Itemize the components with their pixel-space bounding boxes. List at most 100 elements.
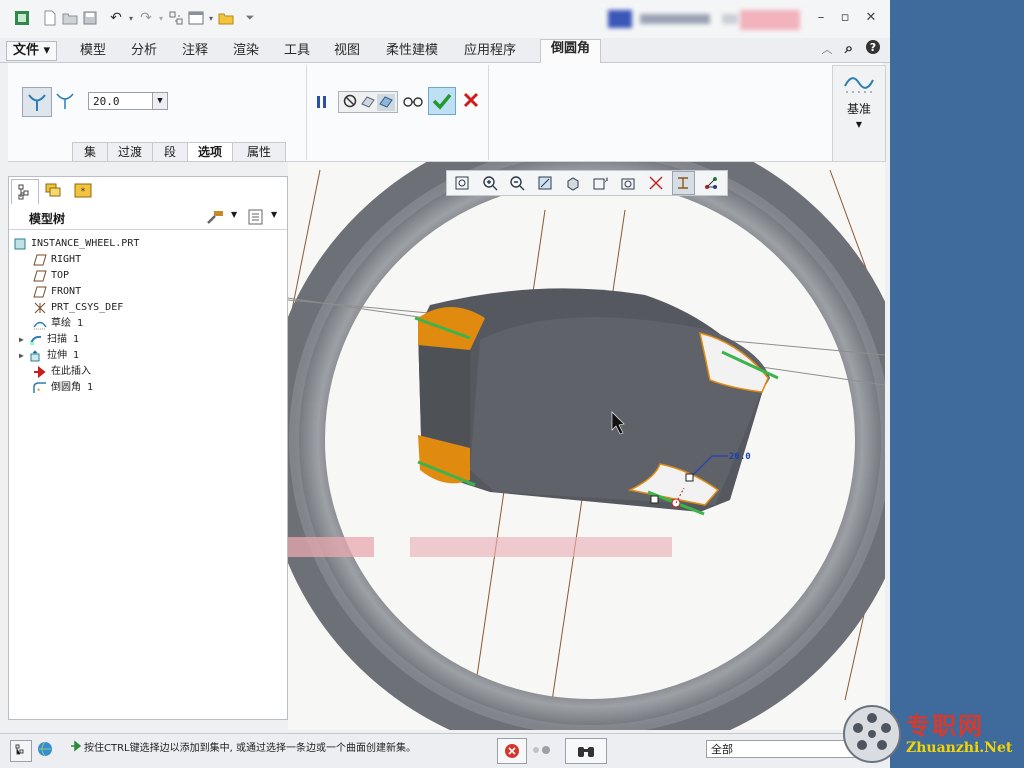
zoom-out-icon[interactable] [505,171,529,195]
subtab-sets[interactable]: 集 [72,142,108,162]
chevron-down-icon[interactable]: ▼ [271,210,277,219]
tree-item-part[interactable]: INSTANCE_WHEEL.PRT [13,237,139,251]
selection-filter-value: 全部 [711,743,733,756]
graphics-window[interactable]: 20.0 [288,162,885,730]
regenerate-icon[interactable] [166,8,186,28]
customize-icon[interactable]: ⏷ [244,8,256,28]
stop-regeneration-button[interactable] [497,738,527,764]
subtab-pieces[interactable]: 段 [152,142,188,162]
layers-tab-icon[interactable] [41,179,67,203]
subtab-options[interactable]: 选项 [187,142,233,162]
tree-item-label: 拉伸 1 [47,350,80,361]
watermark-en: Zhuanzhi.Net [906,740,1013,756]
model-canvas[interactable] [288,162,885,730]
title-bar: ↶ ▾ ↷ ▾ ▾ ⏷ – ▫ ✕ [0,0,890,39]
title-blur-pink [740,10,800,30]
toggle-navigator-icon[interactable] [10,740,32,762]
feature-preview-icon[interactable] [377,93,395,111]
ok-button[interactable] [428,87,456,115]
no-preview-icon[interactable] [341,94,359,111]
geometry-preview-icon[interactable] [359,94,377,111]
undo-dropdown-icon[interactable]: ▾ [126,8,136,28]
zoom-in-icon[interactable] [478,171,502,195]
minimize-icon[interactable]: – [812,10,830,25]
tab-render[interactable]: 渲染 [233,42,259,60]
tree-item-round[interactable]: * 倒圆角 1 [33,381,93,395]
selection-filter-dropdown[interactable]: 全部 [706,740,856,758]
undo-icon[interactable]: ↶ [106,8,126,28]
cancel-button[interactable] [460,89,482,111]
svg-text:*: * [37,387,41,394]
redo-icon[interactable]: ↷ [136,8,156,28]
subtab-transitions[interactable]: 过渡 [107,142,153,162]
windows-dropdown-icon[interactable]: ▾ [206,8,216,28]
saved-orientations-icon[interactable]: AB [589,171,613,195]
datum-label: 基准 [846,102,871,116]
toggle-browser-icon[interactable] [36,740,56,760]
pause-icon[interactable] [314,91,330,113]
tree-settings-icon[interactable] [205,208,225,229]
status-message: 按住CTRL键选择边以添加到集中, 或通过选择一条边或一个曲面创建新集。 [84,743,416,754]
show-menu-icon[interactable] [247,208,265,229]
extrude-icon [29,350,43,362]
variable-round-icon[interactable] [53,87,77,115]
tab-analysis[interactable]: 分析 [131,42,157,60]
model-tree-tab-icon[interactable] [11,179,39,204]
perspective-icon[interactable] [644,171,668,195]
tree-item-sketch[interactable]: 草绘 1 [33,317,83,331]
tree-item-label: FRONT [51,286,82,297]
tree-item-right[interactable]: RIGHT [33,253,81,267]
collapse-ribbon-icon[interactable]: ︿ [818,41,836,57]
favorites-tab-icon[interactable]: * [71,179,97,203]
tab-flexible-modeling[interactable]: 柔性建模 [386,42,438,60]
datum-group[interactable]: 基准 ▼ [832,65,886,162]
tree-item-csys[interactable]: PRT_CSYS_DEF [33,301,123,315]
close-icon[interactable]: ✕ [862,10,880,25]
chevron-down-icon[interactable]: ▼ [833,120,885,129]
tab-applications[interactable]: 应用程序 [464,42,516,60]
expand-arrow-icon[interactable]: ▶ [19,333,29,347]
new-icon[interactable] [40,8,60,28]
refit-icon[interactable] [450,171,474,195]
view-manager-icon[interactable] [616,171,640,195]
svg-text:*: * [81,187,86,197]
expand-arrow-icon[interactable]: ▶ [19,349,29,363]
display-style-icon[interactable] [561,171,585,195]
constant-round-icon[interactable] [22,87,52,117]
tab-annotate[interactable]: 注释 [182,42,208,60]
chevron-down-icon[interactable]: ▼ [152,93,167,109]
tab-round[interactable]: 倒圆角 [540,39,602,63]
regen-progress-icon [532,744,556,758]
redo-dropdown-icon[interactable]: ▾ [156,8,166,28]
tab-model[interactable]: 模型 [80,42,106,60]
datum-display-filter-icon[interactable] [671,171,696,195]
repaint-icon[interactable] [533,171,557,195]
verify-glasses-icon[interactable] [402,91,424,111]
radius-input[interactable]: 20.0 ▼ [88,92,168,110]
app-icon[interactable] [12,8,32,28]
chevron-down-icon[interactable]: ▼ [231,210,237,219]
find-binoculars-button[interactable] [565,738,607,764]
folder-icon[interactable] [216,8,236,28]
help-icon[interactable]: ? [864,39,882,59]
maximize-icon[interactable]: ▫ [836,10,854,25]
ribbon-separator [306,65,307,160]
tab-view[interactable]: 视图 [334,42,360,60]
windows-icon[interactable] [186,8,206,28]
tree-item-sweep[interactable]: ▶ 扫描 1 [19,333,79,347]
tab-file[interactable]: 文件 ▾ [6,41,58,61]
radius-dimension-label[interactable]: 20.0 [729,452,751,462]
tree-item-insert-here[interactable]: 在此插入 [33,365,91,379]
tree-item-label: 扫描 1 [47,334,80,345]
open-icon[interactable] [60,8,80,28]
tree-item-front[interactable]: FRONT [33,285,81,299]
search-icon[interactable]: ⌕ [840,39,858,57]
save-icon[interactable] [80,8,100,28]
tree-item-extrude[interactable]: ▶ 拉伸 1 [19,349,79,363]
tree-item-top[interactable]: TOP [33,269,69,283]
subtab-properties[interactable]: 属性 [232,142,286,162]
tree-item-label: 在此插入 [51,366,91,377]
hub-body[interactable] [414,288,779,516]
tab-tools[interactable]: 工具 [284,42,310,60]
annotation-display-icon[interactable] [699,171,723,195]
